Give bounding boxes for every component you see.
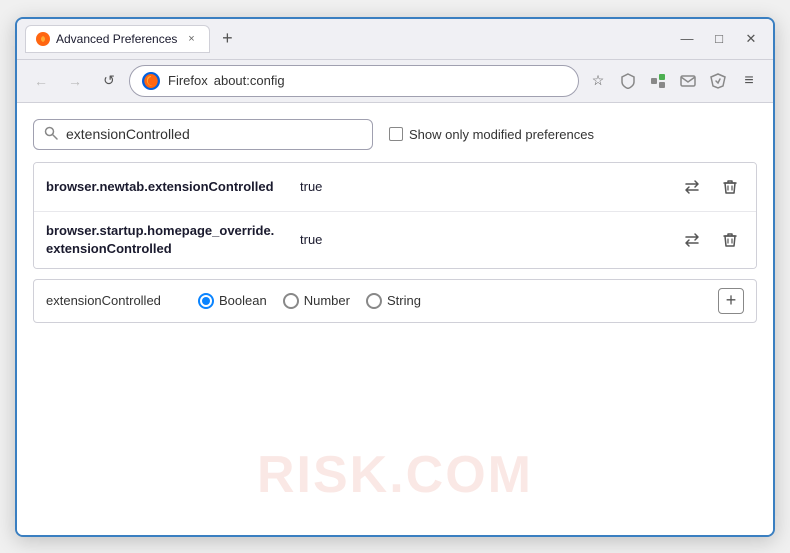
nav-icons-group: ☆ <box>585 67 763 95</box>
show-modified-label[interactable]: Show only modified preferences <box>389 127 594 142</box>
preferences-table: browser.newtab.extensionControlled true <box>33 162 757 269</box>
new-preference-row: extensionControlled Boolean Number Strin… <box>33 279 757 323</box>
close-button[interactable]: ✕ <box>737 28 765 50</box>
browser-window: Advanced Preferences × + — □ ✕ ← → ↺ Fir… <box>15 17 775 537</box>
content-area: RISK.COM Show only modified preferences <box>17 103 773 535</box>
reload-button[interactable]: ↺ <box>95 67 123 95</box>
radio-boolean[interactable]: Boolean <box>198 293 267 309</box>
type-radio-group: Boolean Number String <box>198 293 421 309</box>
firefox-logo-icon <box>140 70 162 92</box>
menu-button[interactable]: ≡ <box>735 67 763 95</box>
maximize-button[interactable]: □ <box>705 28 733 50</box>
radio-string-circle[interactable] <box>366 293 382 309</box>
pref-name-2: browser.startup.homepage_override. exten… <box>46 222 286 258</box>
tab-favicon <box>36 32 50 46</box>
radio-string-label: String <box>387 293 421 308</box>
forward-button[interactable]: → <box>61 67 89 95</box>
extension-icon[interactable] <box>645 68 671 94</box>
browser-tab[interactable]: Advanced Preferences × <box>25 25 210 53</box>
search-input[interactable] <box>66 126 362 142</box>
show-modified-text: Show only modified preferences <box>409 127 594 142</box>
shield-icon[interactable] <box>615 68 641 94</box>
address-input[interactable] <box>214 73 568 88</box>
navigation-bar: ← → ↺ Firefox ☆ <box>17 60 773 103</box>
swap-icon <box>683 231 701 249</box>
radio-string[interactable]: String <box>366 293 421 309</box>
add-preference-button[interactable]: + <box>718 288 744 314</box>
search-icon <box>44 126 58 143</box>
table-row[interactable]: browser.newtab.extensionControlled true <box>34 163 756 212</box>
radio-number-circle[interactable] <box>283 293 299 309</box>
bookmark-icon[interactable]: ☆ <box>585 68 611 94</box>
pref-swap-button-1[interactable] <box>678 173 706 201</box>
account-icon[interactable] <box>705 68 731 94</box>
radio-number-label: Number <box>304 293 350 308</box>
email-icon[interactable] <box>675 68 701 94</box>
pref-value-1: true <box>300 179 322 194</box>
search-section: Show only modified preferences <box>33 119 757 150</box>
pref-delete-button-1[interactable] <box>716 173 744 201</box>
tab-close-button[interactable]: × <box>183 31 199 47</box>
minimize-button[interactable]: — <box>673 28 701 50</box>
pref-delete-button-2[interactable] <box>716 226 744 254</box>
back-button[interactable]: ← <box>27 67 55 95</box>
trash-icon <box>722 232 738 248</box>
radio-boolean-circle[interactable] <box>198 293 214 309</box>
preference-search-box[interactable] <box>33 119 373 150</box>
new-pref-name: extensionControlled <box>46 293 186 308</box>
radio-boolean-label: Boolean <box>219 293 267 308</box>
new-tab-button[interactable]: + <box>214 26 240 52</box>
pref-swap-button-2[interactable] <box>678 226 706 254</box>
pref-name-1: browser.newtab.extensionControlled <box>46 179 286 194</box>
title-bar: Advanced Preferences × + — □ ✕ <box>17 19 773 60</box>
show-modified-checkbox[interactable] <box>389 127 403 141</box>
window-controls: — □ ✕ <box>673 28 765 50</box>
swap-icon <box>683 178 701 196</box>
browser-name-label: Firefox <box>168 73 208 88</box>
tab-title: Advanced Preferences <box>56 32 177 46</box>
pref-value-2: true <box>300 232 322 247</box>
watermark: RISK.COM <box>257 445 533 505</box>
table-row[interactable]: browser.startup.homepage_override. exten… <box>34 212 756 268</box>
trash-icon <box>722 179 738 195</box>
radio-number[interactable]: Number <box>283 293 350 309</box>
address-bar[interactable]: Firefox <box>129 65 579 97</box>
